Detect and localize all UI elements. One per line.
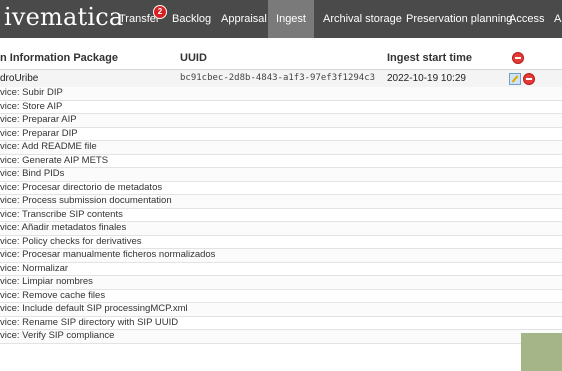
microservice-row[interactable]: vice: Transcribe SIP contents [0,208,562,222]
microservice-row[interactable]: vice: Bind PIDs [0,168,562,182]
microservice-row[interactable]: vice: Preparar DIP [0,127,562,141]
nav-more-label: A [554,13,562,25]
microservice-row[interactable]: vice: Remove cache files [0,289,562,303]
microservice-row[interactable]: vice: Policy checks for derivatives [0,235,562,249]
nav-preservation-planning[interactable]: Preservation planning [406,0,512,38]
column-header-uuid[interactable]: UUID [180,48,207,68]
remove-all-icon[interactable] [512,52,524,64]
nav-backlog[interactable]: Backlog [172,0,211,38]
nav-appraisal[interactable]: Appraisal [221,0,267,38]
column-header-start-time[interactable]: Ingest start time [387,48,472,68]
microservice-row[interactable]: vice: Generate AIP METS [0,154,562,168]
nav-access[interactable]: Access [509,0,544,38]
microservice-row[interactable]: vice: Rename SIP directory with SIP UUID [0,316,562,330]
microservice-row[interactable]: vice: Preparar AIP [0,114,562,128]
microservice-list: vice: Subir DIP vice: Store AIP vice: Pr… [0,87,562,344]
nav-backlog-label: Backlog [172,13,212,25]
sip-name: droUribe [0,73,39,84]
microservice-row[interactable]: vice: Procesar directorio de metadatos [0,181,562,195]
nav-preservation-planning-label: Preservation planning [406,13,513,25]
microservice-row[interactable]: vice: Añadir metadatos finales [0,222,562,236]
nav-appraisal-label: Appraisal [221,13,267,25]
nav-more[interactable]: A [554,0,561,38]
table-header: n Information Package UUID Ingest start … [0,48,562,68]
microservice-row[interactable]: vice: Procesar manualmente ficheros norm… [0,249,562,263]
microservice-row[interactable]: vice: Store AIP [0,100,562,114]
microservice-row[interactable]: vice: Include default SIP processingMCP.… [0,303,562,317]
nav-ingest-label: Ingest [276,13,306,25]
sip-uuid: bc91cbec-2d8b-4843-a1f3-97ef3f1294c3 [180,73,376,83]
top-navigation-bar: ivematica Transfer 2 Backlog Appraisal I… [0,0,562,38]
decorative-panel [521,333,562,371]
nav-archival-storage[interactable]: Archival storage [323,0,402,38]
nav-ingest[interactable]: Ingest [268,0,314,38]
sip-start-time: 2022-10-19 10:29 [387,73,466,84]
microservice-row[interactable]: vice: Process submission documentation [0,195,562,209]
nav-access-label: Access [509,13,545,25]
microservice-row[interactable]: vice: Add README file [0,141,562,155]
microservice-row[interactable]: vice: Subir DIP [0,87,562,101]
transfer-count-badge: 2 [153,5,167,19]
column-header-name[interactable]: n Information Package [0,48,118,68]
remove-sip-icon[interactable] [523,73,535,85]
app-logo[interactable]: ivematica [4,3,123,31]
microservice-row[interactable]: vice: Normalizar [0,262,562,276]
sip-row[interactable]: droUribe bc91cbec-2d8b-4843-a1f3-97ef3f1… [0,69,562,88]
nav-archival-storage-label: Archival storage [323,13,402,25]
microservice-row[interactable]: vice: Verify SIP compliance [0,330,562,344]
edit-metadata-icon[interactable] [509,73,521,85]
microservice-row[interactable]: vice: Limpiar nombres [0,276,562,290]
nav-transfer[interactable]: Transfer [119,0,160,38]
